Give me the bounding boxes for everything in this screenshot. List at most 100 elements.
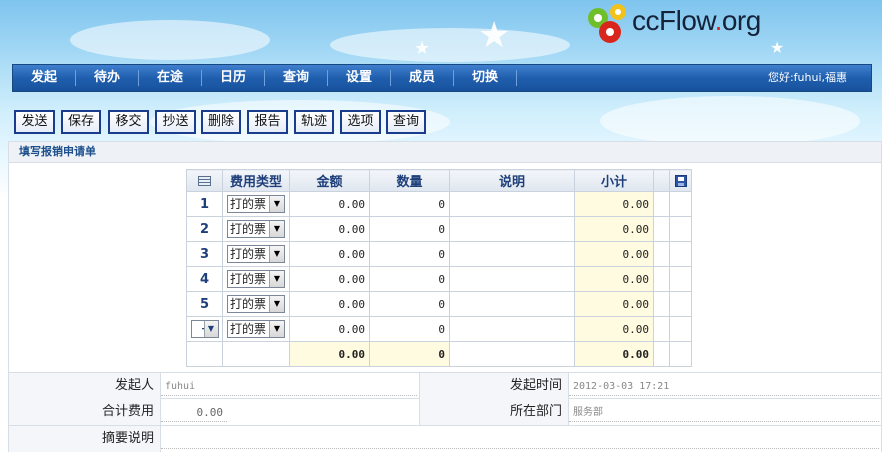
delete-button[interactable]: 删除 [201, 110, 241, 134]
expense-type-select[interactable]: 打的票 ▼ [227, 320, 285, 338]
summary-field[interactable] [161, 431, 879, 449]
subtotal-cell: 0.00 [574, 266, 654, 292]
table-row: 4 打的票 ▼ 0.00 0 0.00 [186, 266, 692, 292]
expense-type-cell: 打的票 ▼ [222, 266, 290, 292]
field-row: 发起人 fuhui 发起时间 2012-03-03 17:21 [8, 372, 882, 399]
quantity-cell[interactable]: 0 [369, 191, 450, 217]
expense-detail-table: 费用类型 金额 数量 说明 小计 1 打的票 ▼ 0.00 0 0.00 2 打的… [186, 169, 692, 367]
ccflow-logo: ccFlow.org [584, 0, 784, 48]
department-field[interactable]: 服务部 [569, 404, 879, 422]
form-title: 填写报销申请单 [8, 141, 882, 163]
row-index: 4 [186, 266, 223, 292]
expense-type-cell: 打的票 ▼ [222, 216, 290, 242]
row-index: 5 [186, 291, 223, 317]
initiator-field[interactable]: fuhui [161, 378, 417, 396]
start-time-field[interactable]: 2012-03-03 17:21 [569, 378, 879, 396]
blank-cell [669, 266, 692, 292]
chevron-down-icon[interactable]: ▼ [269, 271, 284, 287]
query-button[interactable]: 查询 [386, 110, 426, 134]
total-quantity: 0 [369, 341, 450, 367]
save-cell[interactable] [669, 169, 692, 192]
blank-cell [669, 341, 692, 367]
chevron-down-icon[interactable]: ▼ [269, 221, 284, 237]
blank-cell [653, 216, 670, 242]
total-cost-field[interactable]: 0.00 [161, 404, 227, 422]
cc-button[interactable]: 抄送 [155, 110, 196, 134]
expense-type-cell: 打的票 ▼ [222, 291, 290, 317]
expense-type-cell: 打的票 ▼ [222, 316, 290, 342]
blank-cell [653, 266, 670, 292]
transfer-button[interactable]: 移交 [108, 110, 149, 134]
nav-item-switch[interactable]: 切换 [454, 65, 516, 91]
note-cell[interactable] [449, 316, 575, 342]
report-button[interactable]: 报告 [247, 110, 288, 134]
start-time-label: 发起时间 [419, 373, 569, 399]
add-row-select[interactable]: +▼ [190, 320, 219, 338]
amount-cell[interactable]: 0.00 [289, 241, 370, 267]
quantity-cell[interactable]: 0 [369, 216, 450, 242]
chevron-down-icon[interactable]: ▼ [203, 321, 218, 337]
total-cost-label: 合计费用 [9, 399, 161, 425]
main-nav: 发起 待办 在途 日历 查询 设置 成员 切换 您好:fuhui,福惠 [12, 64, 872, 92]
chevron-down-icon[interactable]: ▼ [269, 246, 284, 262]
subtotal-cell: 0.00 [574, 316, 654, 342]
subtotal-cell: 0.00 [574, 216, 654, 242]
table-row: 3 打的票 ▼ 0.00 0 0.00 [186, 241, 692, 267]
table-header-row: 费用类型 金额 数量 说明 小计 [186, 169, 692, 192]
note-cell[interactable] [449, 291, 575, 317]
quantity-cell[interactable]: 0 [369, 266, 450, 292]
track-button[interactable]: 轨迹 [294, 110, 334, 134]
table-row: 1 打的票 ▼ 0.00 0 0.00 [186, 191, 692, 217]
table-row: 5 打的票 ▼ 0.00 0 0.00 [186, 291, 692, 317]
options-button[interactable]: 选项 [340, 110, 381, 134]
cloud-decoration [330, 28, 570, 62]
blank-cell [669, 241, 692, 267]
user-greeting: 您好:fuhui,福惠 [767, 71, 847, 84]
quantity-cell[interactable]: 0 [369, 316, 450, 342]
expense-type-select[interactable]: 打的票 ▼ [227, 270, 285, 288]
note-cell[interactable] [449, 191, 575, 217]
field-row: 摘要说明 [8, 426, 882, 452]
nav-item-query[interactable]: 查询 [265, 65, 327, 91]
chevron-down-icon[interactable]: ▼ [269, 321, 284, 337]
chevron-down-icon[interactable]: ▼ [269, 196, 284, 212]
save-icon[interactable] [674, 174, 687, 187]
nav-item-members[interactable]: 成员 [391, 65, 453, 91]
grid-menu-icon[interactable] [198, 175, 211, 186]
subtotal-cell: 0.00 [574, 191, 654, 217]
amount-cell[interactable]: 0.00 [289, 216, 370, 242]
nav-item-todo[interactable]: 待办 [76, 65, 138, 91]
nav-item-calendar[interactable]: 日历 [202, 65, 264, 91]
nav-item-initiate[interactable]: 发起 [13, 65, 75, 91]
amount-cell[interactable]: 0.00 [289, 191, 370, 217]
note-cell[interactable] [449, 266, 575, 292]
amount-cell[interactable]: 0.00 [289, 316, 370, 342]
quantity-cell[interactable]: 0 [369, 241, 450, 267]
row-index: 2 [186, 216, 223, 242]
expense-type-select[interactable]: 打的票 ▼ [227, 245, 285, 263]
blank-cell [653, 316, 670, 342]
quantity-cell[interactable]: 0 [369, 291, 450, 317]
expense-type-select[interactable]: 打的票 ▼ [227, 220, 285, 238]
nav-item-in-progress[interactable]: 在途 [139, 65, 201, 91]
expense-type-select[interactable]: 打的票 ▼ [227, 295, 285, 313]
amount-cell[interactable]: 0.00 [289, 291, 370, 317]
note-cell[interactable] [449, 216, 575, 242]
gears-icon [588, 4, 626, 43]
chevron-down-icon[interactable]: ▼ [269, 296, 284, 312]
cloud-decoration [600, 96, 860, 146]
total-row: 0.00 0 0.00 [186, 341, 692, 367]
blank-cell [669, 291, 692, 317]
logo-text: ccFlow.org [632, 5, 761, 36]
nav-item-settings[interactable]: 设置 [328, 65, 390, 91]
save-button[interactable]: 保存 [61, 110, 101, 134]
column-menu-cell[interactable] [186, 169, 223, 192]
nav-divider [516, 70, 517, 86]
table-row-new: +▼ 打的票▼ 0.00 0 0.00 [186, 316, 692, 342]
send-button[interactable]: 发送 [14, 110, 55, 134]
blank-cell [222, 341, 290, 367]
expense-type-select[interactable]: 打的票 ▼ [227, 195, 285, 213]
amount-cell[interactable]: 0.00 [289, 266, 370, 292]
blank-cell [653, 191, 670, 217]
note-cell[interactable] [449, 241, 575, 267]
